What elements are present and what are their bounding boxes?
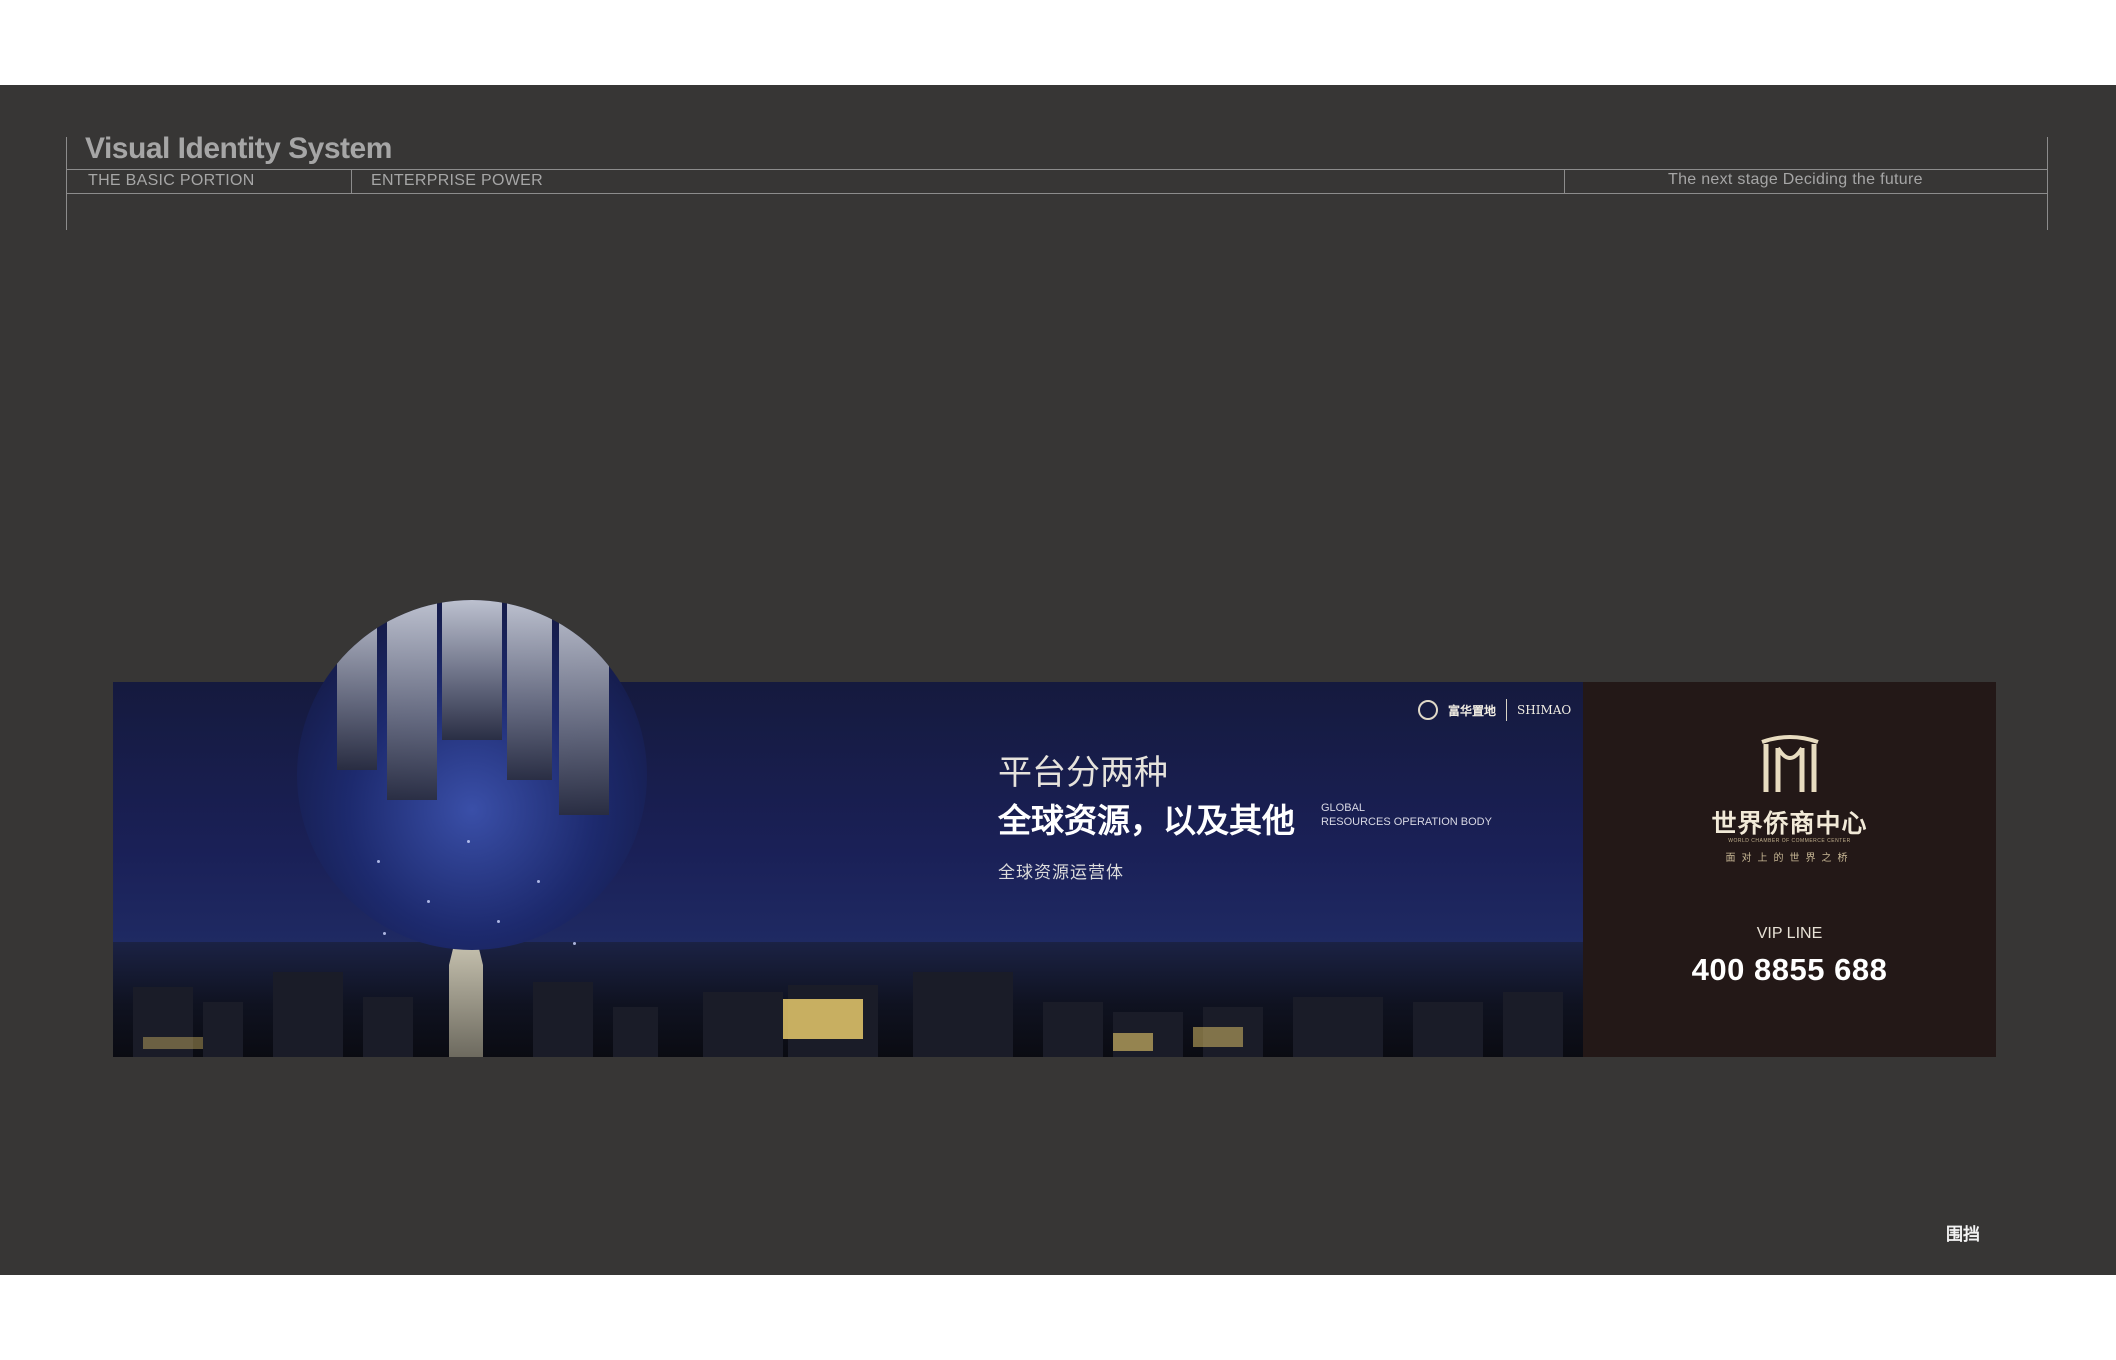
frame-divider-1 [351, 169, 352, 194]
headline-line-1: 平台分两种 [998, 753, 1168, 793]
brand-name: 世界侨商中心 [1711, 809, 1868, 838]
frame-right-rule [2047, 137, 2048, 230]
english-tagline-line-2: RESOURCES OPERATION BODY [1321, 816, 1492, 828]
brand-panel: 世界侨商中心 WORLD CHAMBER OF COMMERCE CENTER … [1583, 682, 1996, 1057]
inverted-city-sphere-image [297, 600, 647, 950]
frame-left-rule [66, 137, 67, 230]
developer-logo-shimao: SHIMAO [1517, 703, 1572, 717]
logo-divider [1506, 699, 1508, 721]
page-category-label: 围挡 [1946, 1225, 1980, 1245]
brand-slogan: 面对上的世界之桥 [1725, 853, 1854, 864]
vip-line-label: VIP LINE [1756, 925, 1823, 942]
developer-logos: 富华置地 SHIMAO [1418, 697, 1571, 723]
section-enterprise-power: ENTERPRISE POWER [371, 172, 543, 189]
sub-headline: 全球资源运营体 [998, 863, 1124, 883]
section-basic-portion: THE BASIC PORTION [88, 172, 255, 189]
english-tagline-line-1: GLOBAL [1321, 802, 1366, 814]
gate-logo-icon [1761, 735, 1819, 792]
slide-panel: Visual Identity System THE BASIC PORTION… [0, 85, 2116, 1275]
slide-title: Visual Identity System [85, 132, 392, 165]
frame-divider-2 [1564, 169, 1565, 194]
frame-bottom-rule [66, 193, 2048, 194]
fuhua-emblem-icon [1418, 700, 1438, 720]
hoarding-billboard: 平台分两种 全球资源，以及其他 GLOBAL RESOURCES OPERATI… [113, 600, 1996, 1057]
developer-logo-fuhua: 富华置地 [1448, 703, 1497, 718]
brand-english-name: WORLD CHAMBER OF COMMERCE CENTER [1728, 838, 1851, 844]
vip-phone-number: 400 8855 688 [1691, 952, 1888, 987]
city-skyline-image [113, 942, 1583, 1057]
english-tagline: GLOBAL RESOURCES OPERATION BODY [1321, 801, 1492, 829]
section-tagline: The next stage Deciding the future [1668, 171, 1923, 188]
headline-line-2: 全球资源，以及其他 [998, 801, 1295, 840]
frame-top-rule [66, 169, 2048, 170]
